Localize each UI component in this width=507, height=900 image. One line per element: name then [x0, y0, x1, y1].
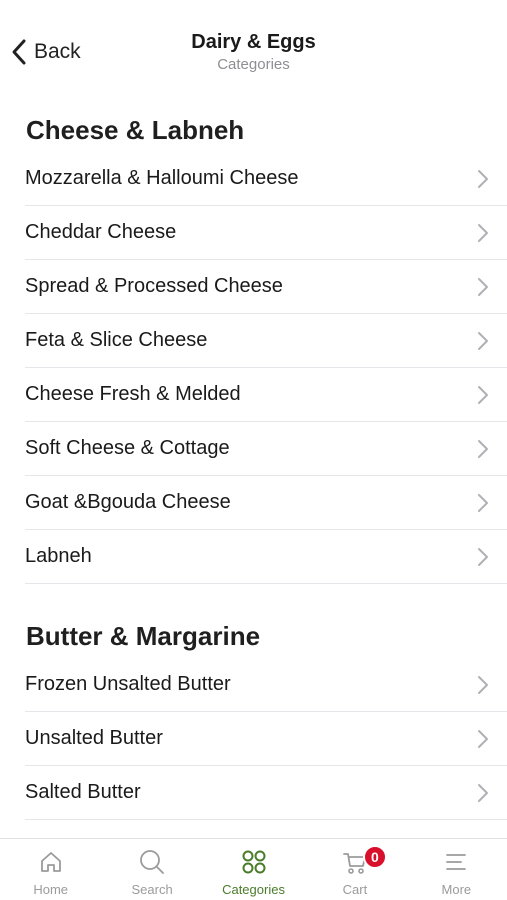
section-title: Butter & Margarine: [26, 621, 261, 651]
tab-label: Cart: [342, 882, 368, 897]
page-subtitle: Categories: [217, 56, 290, 73]
tab-more[interactable]: More: [406, 839, 507, 900]
tab-categories[interactable]: Categories: [203, 839, 304, 900]
chevron-right-icon: [478, 223, 488, 242]
menu-icon: [446, 854, 467, 870]
list-item[interactable]: Mozzarella & Halloumi Cheese: [25, 152, 507, 206]
search-icon: [140, 850, 165, 874]
chevron-right-icon: [478, 169, 488, 188]
chevron-right-icon: [478, 385, 488, 404]
list-item[interactable]: Spread & Processed Cheese: [25, 260, 507, 314]
categories-icon: [242, 850, 266, 874]
list-item-label: Labneh: [25, 545, 92, 567]
chevron-right-icon: [478, 547, 488, 566]
tab-bar: Home Search Categories 0 Cart More: [0, 838, 507, 900]
list-item-label: Mozzarella & Halloumi Cheese: [25, 167, 299, 189]
header: Back Dairy & Eggs Categories: [0, 0, 507, 96]
chevron-right-icon: [478, 277, 488, 296]
title-block: Dairy & Eggs Categories: [0, 31, 507, 73]
list-item-label: Feta & Slice Cheese: [25, 329, 208, 351]
home-icon: [40, 852, 61, 872]
list-item-label: Spread & Processed Cheese: [25, 275, 283, 297]
list-item-label: Salted Butter: [25, 781, 141, 803]
list-item-label: Unsalted Butter: [25, 727, 163, 749]
chevron-right-icon: [478, 493, 488, 512]
list-item[interactable]: Salted Butter: [25, 766, 507, 820]
subcategory-list: Mozzarella & Halloumi Cheese Cheddar Che…: [25, 152, 507, 584]
list-item[interactable]: Feta & Slice Cheese: [25, 314, 507, 368]
category-list[interactable]: Cheese & Labneh Mozzarella & Halloumi Ch…: [0, 96, 507, 838]
tab-label: More: [441, 882, 472, 897]
cart-count-badge: 0: [362, 845, 387, 869]
chevron-right-icon: [478, 675, 488, 694]
list-item[interactable]: Cheddar Cheese: [25, 206, 507, 260]
tab-label: Search: [131, 882, 173, 897]
list-item-label: Goat &Bgouda Cheese: [25, 491, 231, 513]
chevron-right-icon: [478, 783, 488, 802]
list-item[interactable]: Cheese Fresh & Melded: [25, 368, 507, 422]
subcategory-list: Frozen Unsalted Butter Unsalted Butter S…: [25, 658, 507, 820]
section-title: Cheese & Labneh: [26, 115, 245, 145]
list-item[interactable]: Unsalted Butter: [25, 712, 507, 766]
list-item[interactable]: Labneh: [25, 530, 507, 584]
chevron-right-icon: [478, 439, 488, 458]
list-item-label: Cheddar Cheese: [25, 221, 177, 243]
list-item[interactable]: Goat &Bgouda Cheese: [25, 476, 507, 530]
list-item[interactable]: Frozen Unsalted Butter: [25, 658, 507, 712]
tab-home[interactable]: Home: [0, 839, 101, 900]
list-item-label: Cheese Fresh & Melded: [25, 383, 241, 405]
list-item[interactable]: Soft Cheese & Cottage: [25, 422, 507, 476]
tab-search[interactable]: Search: [101, 839, 202, 900]
tab-cart[interactable]: 0 Cart: [304, 839, 405, 900]
list-item-label: Frozen Unsalted Butter: [25, 673, 231, 695]
page-title: Dairy & Eggs: [191, 31, 316, 53]
chevron-right-icon: [478, 729, 488, 748]
tab-label: Home: [33, 882, 69, 897]
chevron-right-icon: [478, 331, 488, 350]
tab-label: Categories: [222, 882, 285, 897]
list-item-label: Soft Cheese & Cottage: [25, 437, 230, 459]
